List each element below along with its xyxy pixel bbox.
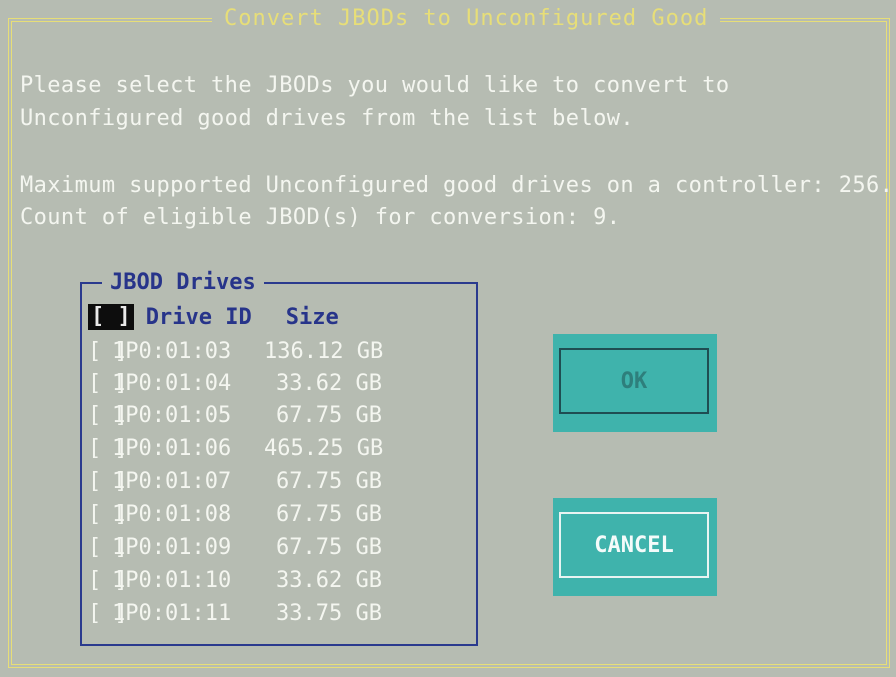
- drive-row[interactable]: [ ] 1P0:01:09 67.75 GB: [88, 532, 382, 562]
- drive-checkbox[interactable]: [ ]: [88, 339, 128, 364]
- drive-size: 67.75 GB: [276, 468, 382, 494]
- drive-size: 67.75 GB: [276, 534, 382, 560]
- drive-checkbox[interactable]: [ ]: [88, 502, 128, 527]
- drive-size: 33.62 GB: [276, 567, 382, 593]
- drive-checkbox[interactable]: [ ]: [88, 436, 128, 461]
- drive-size: 67.75 GB: [276, 501, 382, 527]
- bios-screen: Convert JBODs to Unconfigured Good Pleas…: [0, 0, 896, 677]
- drive-id: 1P0:01:07: [112, 468, 232, 494]
- instructions-line-1: Please select the JBODs you would like t…: [20, 73, 730, 98]
- select-all-checkbox[interactable]: [ ]: [88, 304, 134, 330]
- jbod-group-title: JBOD Drives: [102, 268, 264, 298]
- drive-row[interactable]: [ ] 1P0:01:06 465.25 GB: [88, 433, 384, 463]
- cancel-button[interactable]: CANCEL: [559, 512, 709, 578]
- drive-row[interactable]: [ ] 1P0:01:04 33.62 GB: [88, 368, 382, 398]
- drive-checkbox[interactable]: [ ]: [88, 403, 128, 428]
- drive-row[interactable]: [ ] 1P0:01:10 33.62 GB: [88, 565, 382, 595]
- drive-row[interactable]: [ ] 1P0:01:11 33.75 GB: [88, 598, 382, 628]
- drive-id: 1P0:01:03: [112, 338, 232, 364]
- drive-row[interactable]: [ ] 1P0:01:03 136.12 GB: [88, 336, 384, 366]
- instructions-line-2: Unconfigured good drives from the list b…: [20, 106, 635, 131]
- drive-checkbox[interactable]: [ ]: [88, 371, 128, 396]
- drive-size: 67.75 GB: [276, 402, 382, 428]
- eligible-count-text: Count of eligible JBOD(s) for conversion…: [20, 205, 621, 230]
- drive-checkbox[interactable]: [ ]: [88, 469, 128, 494]
- column-header-size: Size: [285, 304, 339, 330]
- drive-row[interactable]: [ ] 1P0:01:08 67.75 GB: [88, 499, 382, 529]
- drive-id: 1P0:01:04: [112, 370, 232, 396]
- ok-button[interactable]: OK: [559, 348, 709, 414]
- drive-id: 1P0:01:09: [112, 534, 232, 560]
- drive-checkbox[interactable]: [ ]: [88, 601, 128, 626]
- drive-id: 1P0:01:11: [112, 600, 232, 626]
- drive-checkbox[interactable]: [ ]: [88, 535, 128, 560]
- drive-id: 1P0:01:05: [112, 402, 232, 428]
- drive-size: 465.25 GB: [264, 435, 384, 461]
- drive-size: 33.75 GB: [276, 600, 382, 626]
- ok-button-area: OK: [553, 334, 717, 432]
- drive-id: 1P0:01:08: [112, 501, 232, 527]
- drive-size: 33.62 GB: [276, 370, 382, 396]
- drive-id: 1P0:01:10: [112, 567, 232, 593]
- drive-row[interactable]: [ ] 1P0:01:07 67.75 GB: [88, 466, 382, 496]
- max-supported-text: Maximum supported Unconfigured good driv…: [20, 173, 894, 198]
- cancel-button-area: CANCEL: [553, 498, 717, 596]
- column-header-drive-id: Drive ID: [145, 304, 252, 330]
- drive-checkbox[interactable]: [ ]: [88, 568, 128, 593]
- drive-id: 1P0:01:06: [112, 435, 232, 461]
- drive-size: 136.12 GB: [264, 338, 384, 364]
- list-header: [ ] Drive ID Size: [88, 302, 339, 332]
- dialog-title: Convert JBODs to Unconfigured Good: [212, 4, 721, 34]
- drive-row[interactable]: [ ] 1P0:01:05 67.75 GB: [88, 400, 382, 430]
